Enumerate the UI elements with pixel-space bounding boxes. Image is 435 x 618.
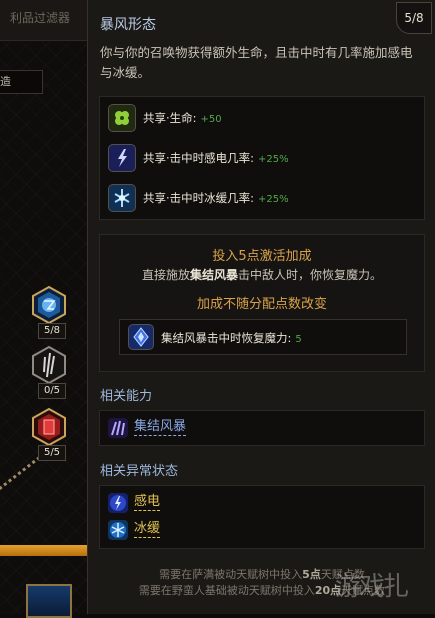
related-status-list: 感电 冰缓: [99, 485, 425, 549]
req-text: 天赋点数: [341, 584, 386, 597]
filter-dropdown[interactable]: 造: [0, 70, 43, 94]
req-points: 5点: [302, 568, 321, 581]
clover-icon: [108, 104, 136, 132]
skill-node-count: 0/5: [38, 383, 66, 399]
related-status-label[interactable]: 冰缓: [134, 521, 161, 538]
shock-icon: [108, 493, 128, 513]
claw-node-icon: [32, 345, 66, 385]
stat-row: 共享·生命: +50: [100, 99, 424, 137]
red-rune-node-icon: [32, 407, 66, 447]
bonus-desc-suffix: 击中敌人时，你恢复魔力。: [238, 268, 383, 282]
stat-label: 共享·击中时感电几率: +25%: [143, 150, 289, 166]
requirement-line: 需要在萨满被动天赋树中投入5点天赋点数: [88, 567, 435, 583]
stat-label-text: 共享·生命:: [143, 111, 197, 125]
tooltip-title: 暴风形态: [100, 17, 156, 33]
related-status-label[interactable]: 感电: [134, 494, 161, 511]
bonus-description: 直接施放集结风暴击中敌人时，你恢复魔力。: [100, 266, 424, 283]
bonus-stat-row: 集结风暴击中时恢复魔力: 5: [119, 319, 407, 355]
related-ability-label[interactable]: 集结风暴: [134, 419, 187, 436]
bonus-note: 加成不随分配点数改变: [196, 297, 327, 312]
req-text: 天赋点数: [320, 568, 365, 581]
related-abilities-list: 集结风暴: [99, 410, 425, 446]
related-abilities-heading: 相关能力: [100, 389, 153, 404]
skill-node-count: 5/5: [38, 445, 66, 461]
skill-node-claw[interactable]: [30, 345, 68, 385]
skill-tooltip: 暴风形态 5/8 你与你的召唤物获得额外生命，且击中时有几率施加感电与冰缓。 共…: [87, 0, 435, 614]
storm-node-icon: [32, 285, 66, 325]
stat-value: +25%: [258, 194, 289, 205]
bonus-desc-skill: 集结风暴: [189, 268, 238, 282]
stat-label-text: 集结风暴击中时恢复魔力:: [161, 331, 292, 345]
bonus-section: 投入5点激活加成 直接施放集结风暴击中敌人时，你恢复魔力。 加成不随分配点数改变…: [99, 234, 425, 372]
lightning-icon: [108, 144, 136, 172]
banner-icon[interactable]: [26, 584, 72, 618]
stat-value: +25%: [258, 154, 289, 165]
frost-icon: [108, 184, 136, 212]
skill-node-storm[interactable]: [30, 285, 68, 325]
skill-tree-background: 利品过滤器 造 5/8 0/5 5/5: [0, 0, 92, 618]
related-status-heading: 相关异常状态: [100, 464, 179, 479]
stat-label: 集结风暴击中时恢复魔力: 5: [161, 330, 302, 346]
bonus-desc-prefix: 直接施放: [141, 268, 190, 282]
stat-label: 共享·生命: +50: [143, 110, 222, 126]
stats-list: 共享·生命: +50 共享·击中时感电几率: +25% 共享·击中时冰缓几率: +2: [99, 96, 425, 220]
stat-value: 5: [295, 334, 302, 345]
experience-bar: [0, 545, 92, 556]
loot-filter-tab[interactable]: 利品过滤器: [0, 0, 92, 41]
stat-value: +50: [200, 114, 222, 125]
req-text: 需要在萨满被动天赋树中投入: [159, 568, 303, 581]
tooltip-description: 你与你的召唤物获得额外生命，且击中时有几率施加感电与冰缓。: [100, 45, 413, 80]
requirement-line: 需要在野蛮人基础被动天赋树中投入20点天赋点数: [88, 583, 435, 599]
requirements-footer: 需要在萨满被动天赋树中投入5点天赋点数 需要在野蛮人基础被动天赋树中投入20点天…: [88, 567, 435, 599]
skill-node-red-rune[interactable]: [30, 407, 68, 447]
skill-node-count: 5/8: [38, 323, 66, 339]
storm-claw-icon: [108, 418, 128, 438]
stat-row: 共享·击中时冰缓几率: +25%: [100, 179, 424, 217]
req-text: 需要在野蛮人基础被动天赋树中投入: [138, 584, 315, 597]
stat-label-text: 共享·击中时感电几率:: [143, 151, 255, 165]
req-points: 20点: [314, 584, 342, 597]
bonus-title: 投入5点激活加成: [212, 249, 312, 264]
mana-crystal-icon: [128, 324, 154, 350]
stat-label: 共享·击中时冰缓几率: +25%: [143, 190, 289, 206]
chill-icon: [108, 520, 128, 540]
stat-row: 共享·击中时感电几率: +25%: [100, 139, 424, 177]
stat-label-text: 共享·击中时冰缓几率:: [143, 191, 255, 205]
rank-badge: 5/8: [396, 2, 432, 34]
